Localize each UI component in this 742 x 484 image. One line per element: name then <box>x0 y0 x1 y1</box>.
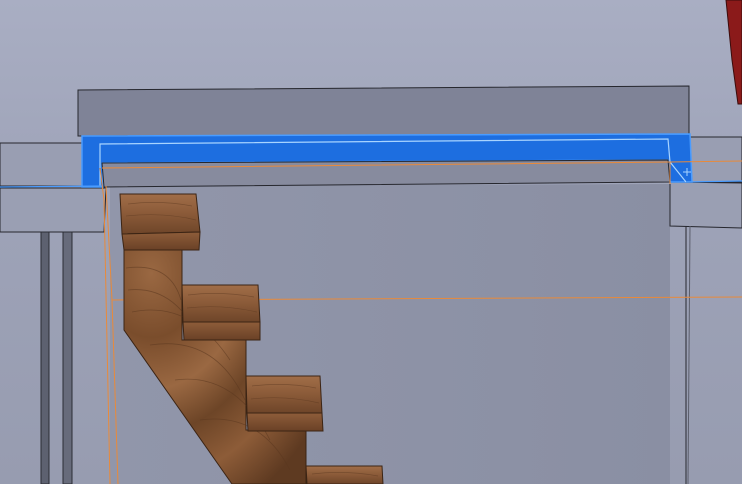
cad-scene[interactable] <box>0 0 742 484</box>
graphics-viewport[interactable] <box>0 0 742 484</box>
railing-post-2[interactable] <box>62 231 73 484</box>
left-wall-face[interactable] <box>0 187 107 233</box>
right-wall-edge-2 <box>687 225 691 484</box>
corner-object[interactable] <box>725 0 742 105</box>
header-beam-underside[interactable] <box>101 159 671 188</box>
right-wall-top[interactable] <box>689 136 742 183</box>
header-beam-face[interactable] <box>77 85 690 137</box>
railing-post-1[interactable] <box>40 231 50 484</box>
left-wall-top[interactable] <box>0 142 83 187</box>
right-wall-face[interactable] <box>669 181 742 229</box>
